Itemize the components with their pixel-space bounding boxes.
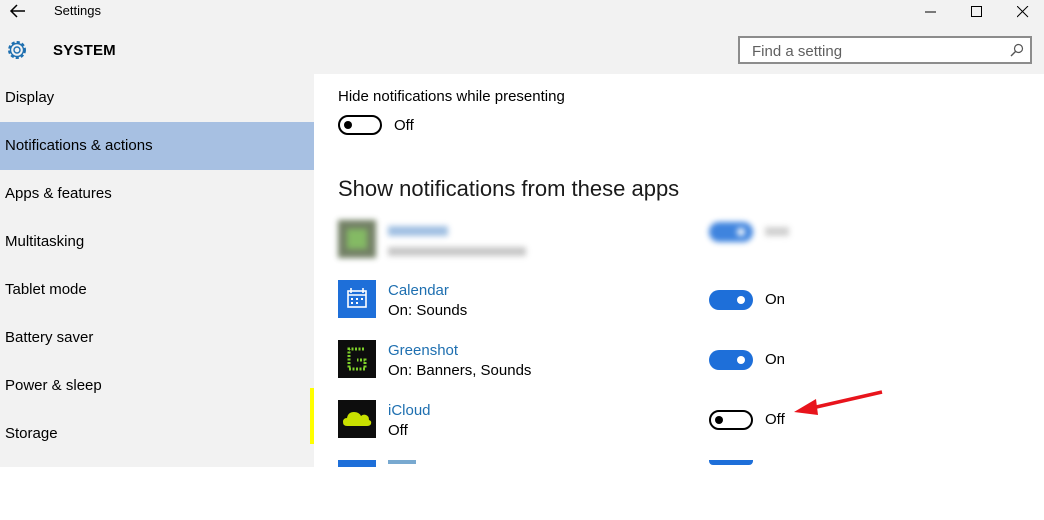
sidebar-item-label: Apps & features [5,185,112,202]
partial-app-name [388,460,416,464]
search-icon[interactable] [1010,43,1024,57]
greenshot-icon [338,340,376,378]
blurred-app-name [388,226,448,236]
sidebar-item-tablet-mode[interactable]: Tablet mode [0,266,314,314]
settings-header: SYSTEM [0,24,1044,74]
sidebar-item-label: Multitasking [5,233,85,250]
icloud-icon [338,400,376,438]
icloud-toggle[interactable] [709,410,753,430]
app-row-calendar[interactable]: Calendar On: Sounds On [314,274,1044,334]
sidebar: Display Notifications & actions Apps & f… [0,74,314,467]
toggle-knob [737,228,745,236]
hide-while-presenting-toggle[interactable] [338,115,382,135]
app-row-blurred[interactable] [314,214,1044,274]
app-row-greenshot[interactable]: Greenshot On: Banners, Sounds On [314,334,1044,394]
app-row-icloud[interactable]: iCloud Off Off [314,394,1044,454]
mail-icon [338,460,376,467]
blurred-toggle-state [765,227,789,236]
search-box[interactable] [738,36,1032,64]
toggle-knob [715,416,723,424]
toggle-knob [344,121,352,129]
app-row-partial[interactable] [314,460,1044,520]
toggle-knob [737,356,745,364]
sidebar-item-label: Display [5,89,55,106]
page-title: SYSTEM [53,42,116,59]
blurred-app-status [388,247,526,256]
app-status: Off [388,422,408,439]
setting-label: Hide notifications while presenting [338,88,565,105]
partial-toggle[interactable] [709,460,753,465]
sidebar-item-label: Notifications & actions [5,137,153,154]
close-icon [1017,6,1029,18]
sidebar-item-label: Tablet mode [5,281,87,298]
toggle-state-text: Off [394,117,414,134]
blurred-app-icon [338,220,376,258]
sidebar-item-multitasking[interactable]: Multitasking [0,218,314,266]
toggle-state-text: Off [765,411,785,428]
red-arrow-icon [794,390,883,415]
blurred-app-toggle[interactable] [709,222,753,242]
minimize-button[interactable] [908,0,954,24]
sidebar-item-display[interactable]: Display [0,74,314,122]
sidebar-item-power-sleep[interactable]: Power & sleep [0,362,314,410]
maximize-button[interactable] [954,0,1000,24]
minimize-icon [925,11,936,13]
calendar-toggle[interactable] [709,290,753,310]
close-button[interactable] [1000,0,1044,24]
title-bar: Settings [0,0,1044,24]
sidebar-item-label: Battery saver [5,329,94,346]
app-status: On: Sounds [388,302,468,319]
window-title: Settings [54,3,101,18]
main-panel: Hide notifications while presenting Off … [314,74,1044,467]
sidebar-item-label: Power & sleep [5,377,102,394]
sidebar-item-storage[interactable]: Storage [0,410,314,458]
app-name[interactable]: Calendar [388,282,449,299]
gear-icon [5,38,29,62]
toggle-state-text: On [765,351,786,368]
search-input[interactable] [750,41,1004,61]
section-heading: Show notifications from these apps [338,176,680,201]
greenshot-toggle[interactable] [709,350,753,370]
sidebar-item-notifications-actions[interactable]: Notifications & actions [0,122,314,170]
calendar-icon [338,280,376,318]
app-status: On: Banners, Sounds [388,362,532,379]
sidebar-item-battery-saver[interactable]: Battery saver [0,314,314,362]
sidebar-item-label: Storage [5,425,58,442]
toggle-knob [737,296,745,304]
sidebar-item-apps-features[interactable]: Apps & features [0,170,314,218]
maximize-icon [971,6,982,17]
app-name[interactable]: Greenshot [388,342,458,359]
app-name[interactable]: iCloud [388,402,431,419]
back-arrow-icon[interactable] [8,2,28,20]
toggle-state-text: On [765,291,786,308]
